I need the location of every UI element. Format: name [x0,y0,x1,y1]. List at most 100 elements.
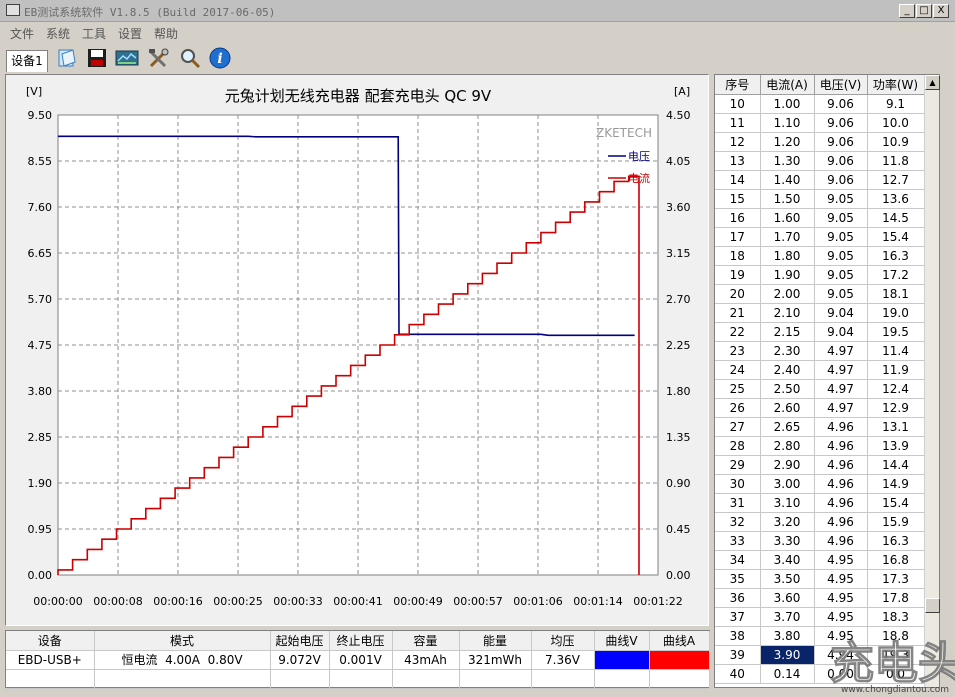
col-header-power[interactable]: 功率(W) [867,75,925,95]
cell-power: 17.8 [867,588,925,608]
table-row[interactable]: 27 2.65 4.96 13.1 [715,417,925,437]
menu-system[interactable]: 系统 [46,25,70,42]
menu-help[interactable]: 帮助 [154,25,178,42]
right-tick-label: 0.45 [666,523,691,536]
cell-index: 25 [715,379,761,399]
table-row[interactable]: 10 1.00 9.06 9.1 [715,94,925,114]
table-row[interactable]: 24 2.40 4.97 11.9 [715,360,925,380]
table-row[interactable]: 19 1.90 9.05 17.2 [715,265,925,285]
tab-device-1[interactable]: 设备1 [6,50,48,72]
menu-tools[interactable]: 工具 [82,25,106,42]
cell-power: 14.4 [867,455,925,475]
curve-v-color-swatch[interactable] [594,650,650,670]
cell-index: 31 [715,493,761,513]
open-button[interactable] [54,45,80,71]
cell-voltage: 9.04 [814,322,868,342]
maximize-button[interactable]: □ [916,4,932,18]
table-row[interactable]: 13 1.30 9.06 11.8 [715,151,925,171]
table-row[interactable]: 22 2.15 9.04 19.5 [715,322,925,342]
cell-voltage: 9.06 [814,132,868,152]
cell-current: 1.70 [760,227,815,247]
scroll-up-arrow-icon[interactable]: ▲ [925,75,940,90]
left-tick-label: 9.50 [28,109,53,122]
cell-voltage: 9.05 [814,284,868,304]
cell-voltage: 4.97 [814,360,868,380]
cell-power: 17.2 [867,265,925,285]
cell-index: 18 [715,246,761,266]
table-row[interactable]: 37 3.70 4.95 18.3 [715,607,925,627]
table-row[interactable]: 18 1.80 9.05 16.3 [715,246,925,266]
table-row[interactable]: 25 2.50 4.97 12.4 [715,379,925,399]
menu-file[interactable]: 文件 [10,25,34,42]
col-header-voltage[interactable]: 电压(V) [814,75,868,95]
table-row[interactable]: 32 3.20 4.96 15.9 [715,512,925,532]
cell-current: 3.50 [760,569,815,589]
cell-current: 1.50 [760,189,815,209]
watermark-url: www.chongdiantou.com [841,685,949,695]
summary-start-voltage: 9.072V [270,650,330,670]
summary-header-avg-voltage: 均压 [531,631,595,651]
cell-index: 26 [715,398,761,418]
table-row[interactable]: 15 1.50 9.05 13.6 [715,189,925,209]
save-button[interactable] [84,45,110,71]
tools-button[interactable] [146,45,172,71]
right-tick-label: 0.90 [666,477,691,490]
cell-voltage: 9.06 [814,170,868,190]
right-tick-label: 2.25 [666,339,691,352]
table-row[interactable]: 11 1.10 9.06 10.0 [715,113,925,133]
table-row[interactable]: 31 3.10 4.96 15.4 [715,493,925,513]
cell-index: 33 [715,531,761,551]
app-icon[interactable] [6,4,20,16]
cell-voltage: 4.96 [814,474,868,494]
col-header-index[interactable]: 序号 [715,75,761,95]
cell-power: 10.9 [867,132,925,152]
scroll-thumb[interactable] [925,598,940,613]
info-button[interactable]: i [207,45,233,71]
tools-icon [149,48,169,68]
cell-power: 15.9 [867,512,925,532]
search-button[interactable] [177,45,203,71]
summary-energy: 321mWh [459,650,532,670]
table-row[interactable]: 26 2.60 4.97 12.9 [715,398,925,418]
cell-voltage: 4.97 [814,341,868,361]
table-row[interactable]: 28 2.80 4.96 13.9 [715,436,925,456]
table-row[interactable]: 30 3.00 4.96 14.9 [715,474,925,494]
curve-a-color-swatch[interactable] [649,650,710,670]
table-row[interactable]: 20 2.00 9.05 18.1 [715,284,925,304]
cell-index: 23 [715,341,761,361]
x-tick-label: 00:00:00 [33,595,82,608]
cell-index: 20 [715,284,761,304]
cell-index: 14 [715,170,761,190]
right-axis: 4.50 4.05 3.60 3.15 2.70 2.25 1.80 1.35 0.90 0.45… [666,109,691,582]
table-row[interactable]: 36 3.60 4.95 17.8 [715,588,925,608]
menu-bar: 文件 系统 工具 设置 帮助 [0,22,955,42]
col-header-current[interactable]: 电流(A) [760,75,815,95]
cell-index: 16 [715,208,761,228]
table-row[interactable]: 34 3.40 4.95 16.8 [715,550,925,570]
close-button[interactable]: X [933,4,949,18]
x-tick-label: 00:01:14 [573,595,622,608]
cell-power: 13.1 [867,417,925,437]
summary-header-energy: 能量 [459,631,532,651]
table-row[interactable]: 35 3.50 4.95 17.3 [715,569,925,589]
monitor-button[interactable] [114,45,140,71]
x-tick-label: 00:01:22 [633,595,682,608]
summary-row[interactable]: EBD-USB+ 恒电流 4.00A 0.80V 9.072V 0.001V 4… [6,650,710,670]
cell-voltage: 9.04 [814,303,868,323]
minimize-button[interactable]: _ [899,4,915,18]
table-row[interactable]: 21 2.10 9.04 19.0 [715,303,925,323]
table-row[interactable]: 17 1.70 9.05 15.4 [715,227,925,247]
table-row[interactable]: 33 3.30 4.96 16.3 [715,531,925,551]
table-row[interactable]: 14 1.40 9.06 12.7 [715,170,925,190]
table-row[interactable]: 29 2.90 4.96 14.4 [715,455,925,475]
table-row[interactable]: 16 1.60 9.05 14.5 [715,208,925,228]
table-row[interactable]: 23 2.30 4.97 11.4 [715,341,925,361]
table-scrollbar[interactable]: ▲ [924,75,940,687]
menu-settings[interactable]: 设置 [118,25,142,42]
cell-power: 9.1 [867,94,925,114]
cell-current: 3.00 [760,474,815,494]
cell-index: 19 [715,265,761,285]
table-row[interactable]: 12 1.20 9.06 10.9 [715,132,925,152]
cell-current: 3.20 [760,512,815,532]
cell-power: 11.4 [867,341,925,361]
